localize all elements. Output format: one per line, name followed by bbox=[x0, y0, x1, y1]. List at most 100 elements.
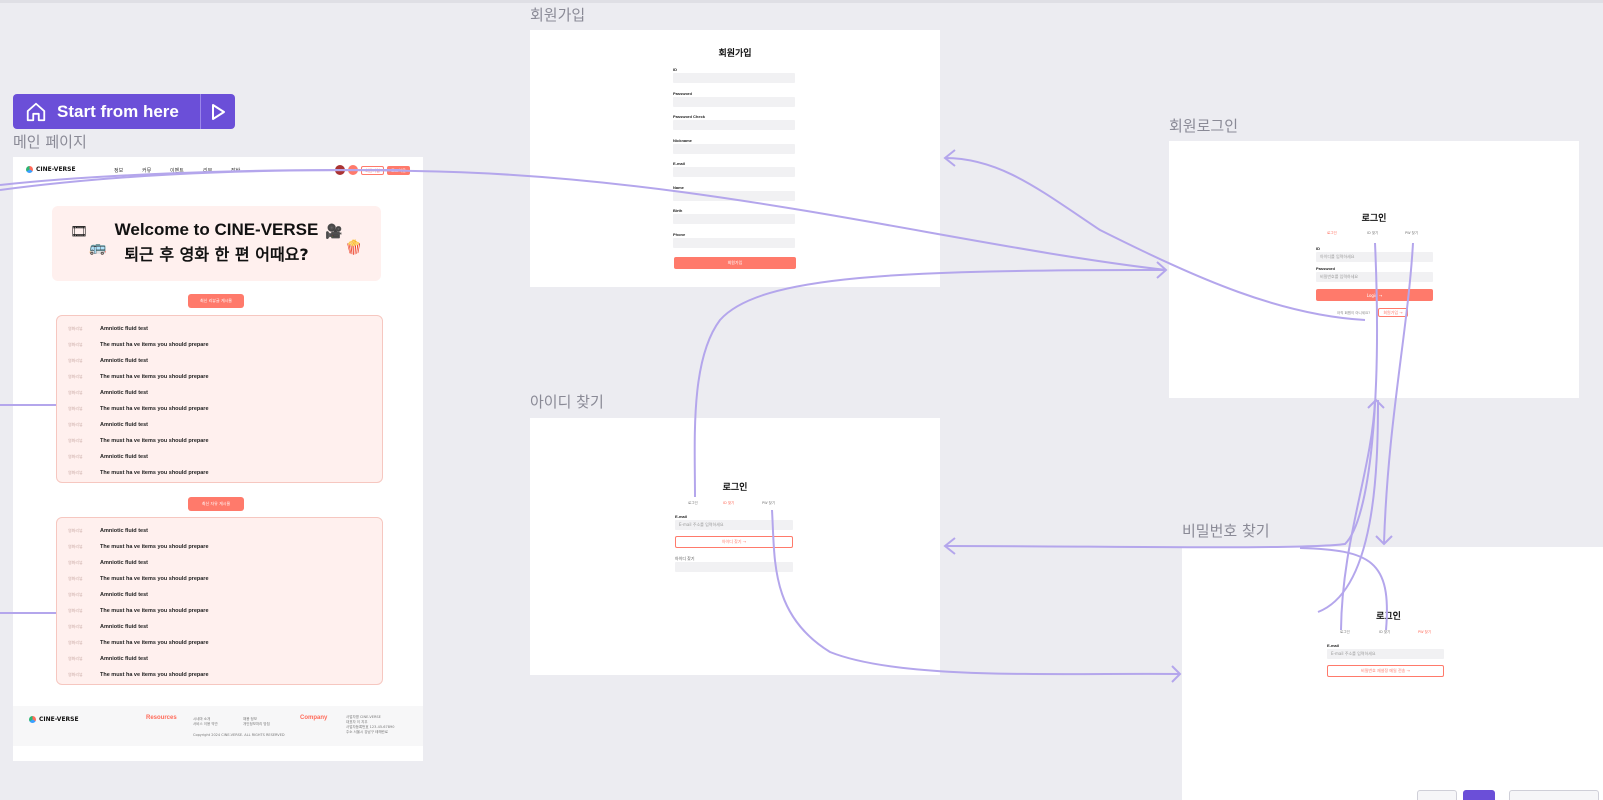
frame-label-findpw[interactable]: 비밀번호 찾기 bbox=[1182, 520, 1270, 541]
login-tab-findpw[interactable]: PW 찾기 bbox=[1405, 231, 1418, 236]
frame-label-signup[interactable]: 회원가입 bbox=[530, 4, 585, 25]
nav-item-2[interactable]: 커뮤 bbox=[142, 167, 151, 174]
board-row[interactable]: 영화리뷰 The must ha ve items you should prep… bbox=[57, 672, 382, 682]
footer-resources: Resources bbox=[146, 715, 177, 721]
play-prototype-button[interactable] bbox=[200, 94, 235, 129]
latest-review-button[interactable]: 최신 리뷰글 게시물 bbox=[188, 294, 244, 308]
signup-field-input[interactable] bbox=[673, 120, 795, 130]
logo-icon bbox=[26, 166, 33, 173]
board-row[interactable]: 영화리뷰 Amniotic fluid test bbox=[57, 624, 382, 634]
arrow-signup-in bbox=[943, 149, 956, 167]
main-logo[interactable]: CINE-VERSE bbox=[26, 166, 76, 173]
board-row-tag: 영화리뷰 bbox=[68, 406, 83, 411]
frame-label-main[interactable]: 메인 페이지 bbox=[13, 131, 87, 152]
board-row-tag: 영화리뷰 bbox=[68, 560, 83, 565]
login-signup-link[interactable]: 회원가입 → bbox=[1378, 308, 1408, 317]
board-row-title: The must ha ve items you should prepare bbox=[100, 544, 209, 550]
signup-field-input[interactable] bbox=[673, 190, 795, 201]
board-row[interactable]: 영화리뷰 Amniotic fluid test bbox=[57, 326, 382, 336]
signup-field-label: Password Check bbox=[673, 114, 706, 119]
signup-field-input[interactable] bbox=[673, 214, 795, 224]
findpw-email-input[interactable]: E-mail 주소를 입력하세요 bbox=[1327, 649, 1444, 659]
board-row[interactable]: 영화리뷰 Amniotic fluid test bbox=[57, 592, 382, 602]
signup-field-input[interactable] bbox=[673, 96, 795, 107]
findpw-tab-login[interactable]: 로그인 bbox=[1340, 630, 1350, 635]
free-board: 영화리뷰 Amniotic fluid test 영화리뷰 The must ha v… bbox=[56, 517, 383, 685]
findpw-submit-button[interactable]: 비밀번호 재설정 메일 전송 → bbox=[1327, 665, 1444, 677]
logout-button[interactable]: 로그아웃 bbox=[387, 166, 410, 175]
signup-field-input[interactable] bbox=[673, 143, 795, 154]
login-tab-login[interactable]: 로그인 bbox=[1327, 231, 1337, 236]
nav-item-5[interactable]: 장바 bbox=[231, 167, 240, 174]
login-id-input[interactable]: 아이디를 입력하세요 bbox=[1316, 252, 1433, 262]
findpw-email-label: E-mail bbox=[1327, 643, 1340, 648]
findid-result-field bbox=[675, 562, 793, 572]
latest-free-button[interactable]: 최신 자유 게시물 bbox=[188, 497, 244, 511]
canvas-top-border bbox=[0, 0, 1603, 3]
avatar[interactable] bbox=[335, 165, 345, 175]
board-row[interactable]: 영화리뷰 The must ha ve items you should prep… bbox=[57, 576, 382, 586]
findpw-email-placeholder: E-mail 주소를 입력하세요 bbox=[1331, 651, 1376, 656]
frame-label-login[interactable]: 회원로그인 bbox=[1169, 115, 1238, 136]
start-label: Start from here bbox=[57, 101, 179, 121]
signup-title: 회원가입 bbox=[718, 49, 752, 59]
board-row[interactable]: 영화리뷰 Amniotic fluid test bbox=[57, 390, 382, 400]
signup-frame[interactable]: 회원가입 회원가입 ID Password Password Check Nickna… bbox=[530, 30, 940, 287]
board-row-title: The must ha ve items you should prepare bbox=[100, 608, 209, 614]
login-tab-findid[interactable]: ID 찾기 bbox=[1367, 231, 1378, 236]
findid-tab-login[interactable]: 로그인 bbox=[688, 501, 698, 506]
frame-label-findid[interactable]: 아이디 찾기 bbox=[530, 391, 604, 412]
hero-banner: 🎞 🚌 🎥 🍿 Welcome to CINE-VERSE 퇴근 후 영화 한 … bbox=[52, 206, 381, 281]
board-row-title: Amniotic fluid test bbox=[100, 422, 148, 428]
signup-submit-button[interactable]: 회원가입 bbox=[674, 257, 796, 269]
findpw-tab-findid[interactable]: ID 찾기 bbox=[1379, 630, 1390, 635]
board-row[interactable]: 영화리뷰 The must ha ve items you should prep… bbox=[57, 608, 382, 618]
signup-field-input[interactable] bbox=[673, 237, 795, 248]
footer: CINE-VERSE Resources 시네마 소개 서비스 이용 약관 채용… bbox=[13, 706, 423, 746]
main-page-frame[interactable]: CINE-VERSE 정보 커뮤 이벤트 리뷰 장바 회원가입 로그아웃 🎞 🚌… bbox=[13, 157, 423, 761]
board-row[interactable]: 영화리뷰 Amniotic fluid test bbox=[57, 454, 382, 464]
board-row[interactable]: 영화리뷰 The must ha ve items you should prep… bbox=[57, 374, 382, 384]
board-row[interactable]: 영화리뷰 Amniotic fluid test bbox=[57, 528, 382, 538]
login-pw-input[interactable]: 비밀번호를 입력하세요 bbox=[1316, 272, 1433, 282]
board-row[interactable]: 영화리뷰 The must ha ve items you should prep… bbox=[57, 470, 382, 480]
board-row[interactable]: 영화리뷰 Amniotic fluid test bbox=[57, 422, 382, 432]
hero-title: Welcome to CINE-VERSE bbox=[114, 220, 319, 239]
board-row[interactable]: 영화리뷰 Amniotic fluid test bbox=[57, 358, 382, 368]
notification-icon[interactable] bbox=[348, 165, 358, 175]
board-row[interactable]: 영화리뷰 The must ha ve items you should prep… bbox=[57, 438, 382, 448]
board-row[interactable]: 영화리뷰 The must ha ve items you should prep… bbox=[57, 544, 382, 554]
login-submit-button[interactable]: Login → bbox=[1316, 289, 1433, 301]
board-row[interactable]: 영화리뷰 The must ha ve items you should prep… bbox=[57, 406, 382, 416]
start-from-here-button[interactable]: Start from here bbox=[13, 94, 235, 129]
board-row[interactable]: 영화리뷰 Amniotic fluid test bbox=[57, 560, 382, 570]
nav-item-4[interactable]: 리뷰 bbox=[203, 167, 212, 174]
board-row-title: The must ha ve items you should prepare bbox=[100, 672, 209, 678]
board-row[interactable]: 영화리뷰 The must ha ve items you should prep… bbox=[57, 342, 382, 352]
board-row-tag: 영화리뷰 bbox=[68, 470, 83, 475]
login-id-placeholder: 아이디를 입력하세요 bbox=[1320, 254, 1355, 259]
pager-control[interactable] bbox=[1417, 790, 1457, 800]
join-button[interactable]: 회원가입 bbox=[361, 166, 384, 175]
board-row-title: Amniotic fluid test bbox=[100, 528, 148, 534]
findid-tab-findid[interactable]: ID 찾기 bbox=[723, 501, 734, 506]
board-row[interactable]: 영화리뷰 The must ha ve items you should prep… bbox=[57, 640, 382, 650]
signup-field-input[interactable] bbox=[673, 167, 795, 177]
login-frame[interactable]: 로그인 로그인 ID 찾기 PW 찾기 ID 아이디를 입력하세요 Passwo… bbox=[1169, 141, 1579, 398]
nav-item-1[interactable]: 정보 bbox=[114, 167, 123, 174]
pager-control-2[interactable] bbox=[1509, 790, 1599, 800]
findpw-tab-findpw[interactable]: PW 찾기 bbox=[1418, 630, 1431, 635]
findid-submit-button[interactable]: 아이디 찾기 → bbox=[675, 536, 793, 548]
board-row[interactable]: 영화리뷰 Amniotic fluid test bbox=[57, 656, 382, 666]
findpw-frame[interactable]: 로그인 로그인 ID 찾기 PW 찾기 E-mail E-mail 주소를 입력… bbox=[1182, 547, 1603, 800]
findid-tab-findpw[interactable]: PW 찾기 bbox=[762, 501, 775, 506]
findid-frame[interactable]: 로그인 로그인 ID 찾기 PW 찾기 E-mail E-mail 주소를 입력… bbox=[530, 418, 940, 675]
start-main[interactable]: Start from here bbox=[13, 94, 200, 129]
board-row-tag: 영화리뷰 bbox=[68, 576, 83, 581]
findid-email-input[interactable]: E-mail 주소를 입력하세요 bbox=[675, 520, 793, 530]
signup-field-input[interactable] bbox=[673, 73, 795, 83]
findid-email-label: E-mail bbox=[675, 514, 688, 519]
hero-subtitle: 퇴근 후 영화 한 편 어때요? bbox=[124, 245, 309, 264]
pager-active[interactable] bbox=[1463, 790, 1495, 800]
nav-item-3[interactable]: 이벤트 bbox=[170, 167, 184, 174]
